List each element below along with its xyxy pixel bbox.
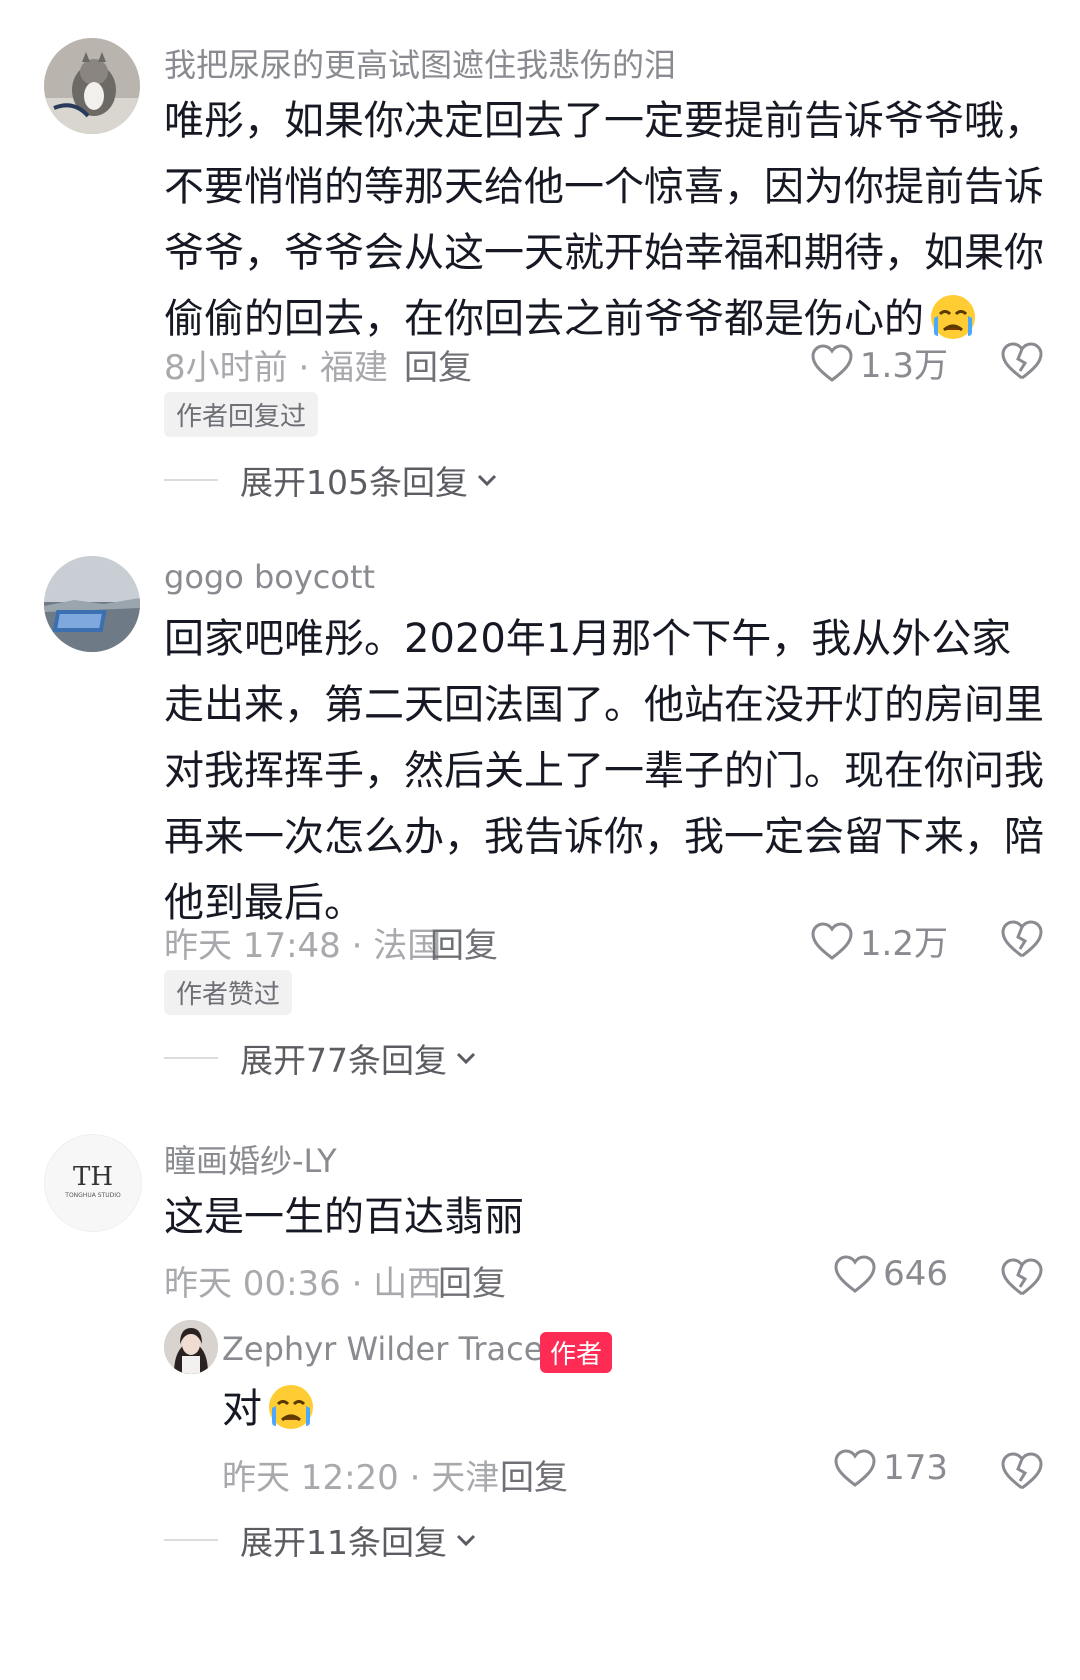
reply-text-body: 对 <box>222 1386 262 1432</box>
chevron-down-icon <box>477 474 497 487</box>
like-button[interactable]: 1.2万 <box>810 916 948 965</box>
chevron-down-icon <box>456 1052 476 1065</box>
like-button[interactable]: 173 <box>833 1448 948 1488</box>
author-tag-badge: 作者 <box>540 1332 613 1373</box>
reply-button[interactable]: 回复 <box>500 1450 568 1499</box>
expand-replies-button[interactable]: 展开77条回复 <box>164 1034 477 1082</box>
divider-line <box>164 1539 218 1541</box>
dislike-broken-heart-icon[interactable] <box>1000 1257 1044 1297</box>
dislike-broken-heart-icon[interactable] <box>1000 1451 1044 1491</box>
like-count: 173 <box>883 1448 948 1488</box>
reply-username[interactable]: Zephyr Wilder Trace <box>222 1330 543 1368</box>
landscape-avatar-image <box>44 556 140 652</box>
logo-subtext: TONGHUA STUDIO <box>64 1192 121 1199</box>
person-avatar-image <box>164 1320 218 1374</box>
like-button[interactable]: 1.3万 <box>810 338 948 387</box>
divider-line <box>164 1057 218 1059</box>
dislike-broken-heart-icon[interactable] <box>1000 919 1044 959</box>
comment-text: 这是一生的百达翡丽 <box>164 1194 524 1240</box>
username[interactable]: gogo boycott <box>164 558 375 596</box>
comment-text: 唯彤，如果你决定回去了一定要提前告诉爷爷哦，不要悄悄的等那天给他一个惊喜，因为你… <box>164 88 1044 352</box>
expand-replies-label: 展开11条回复 <box>240 1523 447 1562</box>
reply-text: 对 <box>222 1376 1080 1442</box>
author-replied-badge: 作者回复过 <box>164 392 319 437</box>
comment-text: 回家吧唯彤。2020年1月那个下午，我从外公家走出来，第二天回法国了。他站在没开… <box>164 616 1044 926</box>
expand-replies-label: 展开105条回复 <box>240 463 468 502</box>
avatar[interactable] <box>44 38 140 134</box>
like-button[interactable]: 646 <box>833 1254 948 1294</box>
comment-meta: 8小时前 · 福建 <box>164 348 389 388</box>
reply-avatar[interactable] <box>164 1320 218 1374</box>
heart-icon <box>834 1255 876 1293</box>
divider-line <box>164 479 218 481</box>
reply-button[interactable]: 回复 <box>404 340 472 389</box>
like-count: 1.2万 <box>859 924 948 964</box>
comment-meta: 昨天 17:48 · 法国 <box>164 926 442 966</box>
expand-replies-button[interactable]: 展开105条回复 <box>164 456 498 504</box>
avatar[interactable]: TH TONGHUA STUDIO <box>44 1134 142 1232</box>
reply-button[interactable]: 回复 <box>438 1256 506 1305</box>
author-liked-badge: 作者赞过 <box>164 970 293 1015</box>
like-count: 646 <box>883 1254 948 1294</box>
chevron-down-icon <box>456 1534 476 1547</box>
crying-emoji-icon <box>931 295 975 339</box>
cat-avatar-image <box>44 38 140 134</box>
logo-monogram: TH <box>73 1162 113 1192</box>
expand-replies-label: 展开77条回复 <box>240 1041 447 1080</box>
avatar[interactable] <box>44 556 140 652</box>
comment-text-body: 唯彤，如果你决定回去了一定要提前告诉爷爷哦，不要悄悄的等那天给他一个惊喜，因为你… <box>164 98 1044 342</box>
heart-icon <box>834 1449 876 1487</box>
reply-button[interactable]: 回复 <box>430 918 498 967</box>
reply-meta: 昨天 12:20 · 天津 <box>222 1458 500 1498</box>
expand-replies-button[interactable]: 展开11条回复 <box>164 1516 477 1564</box>
like-count: 1.3万 <box>859 346 948 386</box>
heart-icon <box>811 343 853 382</box>
studio-logo-avatar: TH TONGHUA STUDIO <box>45 1135 141 1231</box>
username[interactable]: 我把尿尿的更高试图遮住我悲伤的泪 <box>164 40 676 86</box>
username[interactable]: 瞳画婚纱-LY <box>164 1136 337 1182</box>
heart-icon <box>811 921 853 960</box>
crying-emoji-icon <box>269 1385 313 1429</box>
dislike-broken-heart-icon[interactable] <box>1000 341 1044 381</box>
comment-meta: 昨天 00:36 · 山西 <box>164 1264 442 1304</box>
